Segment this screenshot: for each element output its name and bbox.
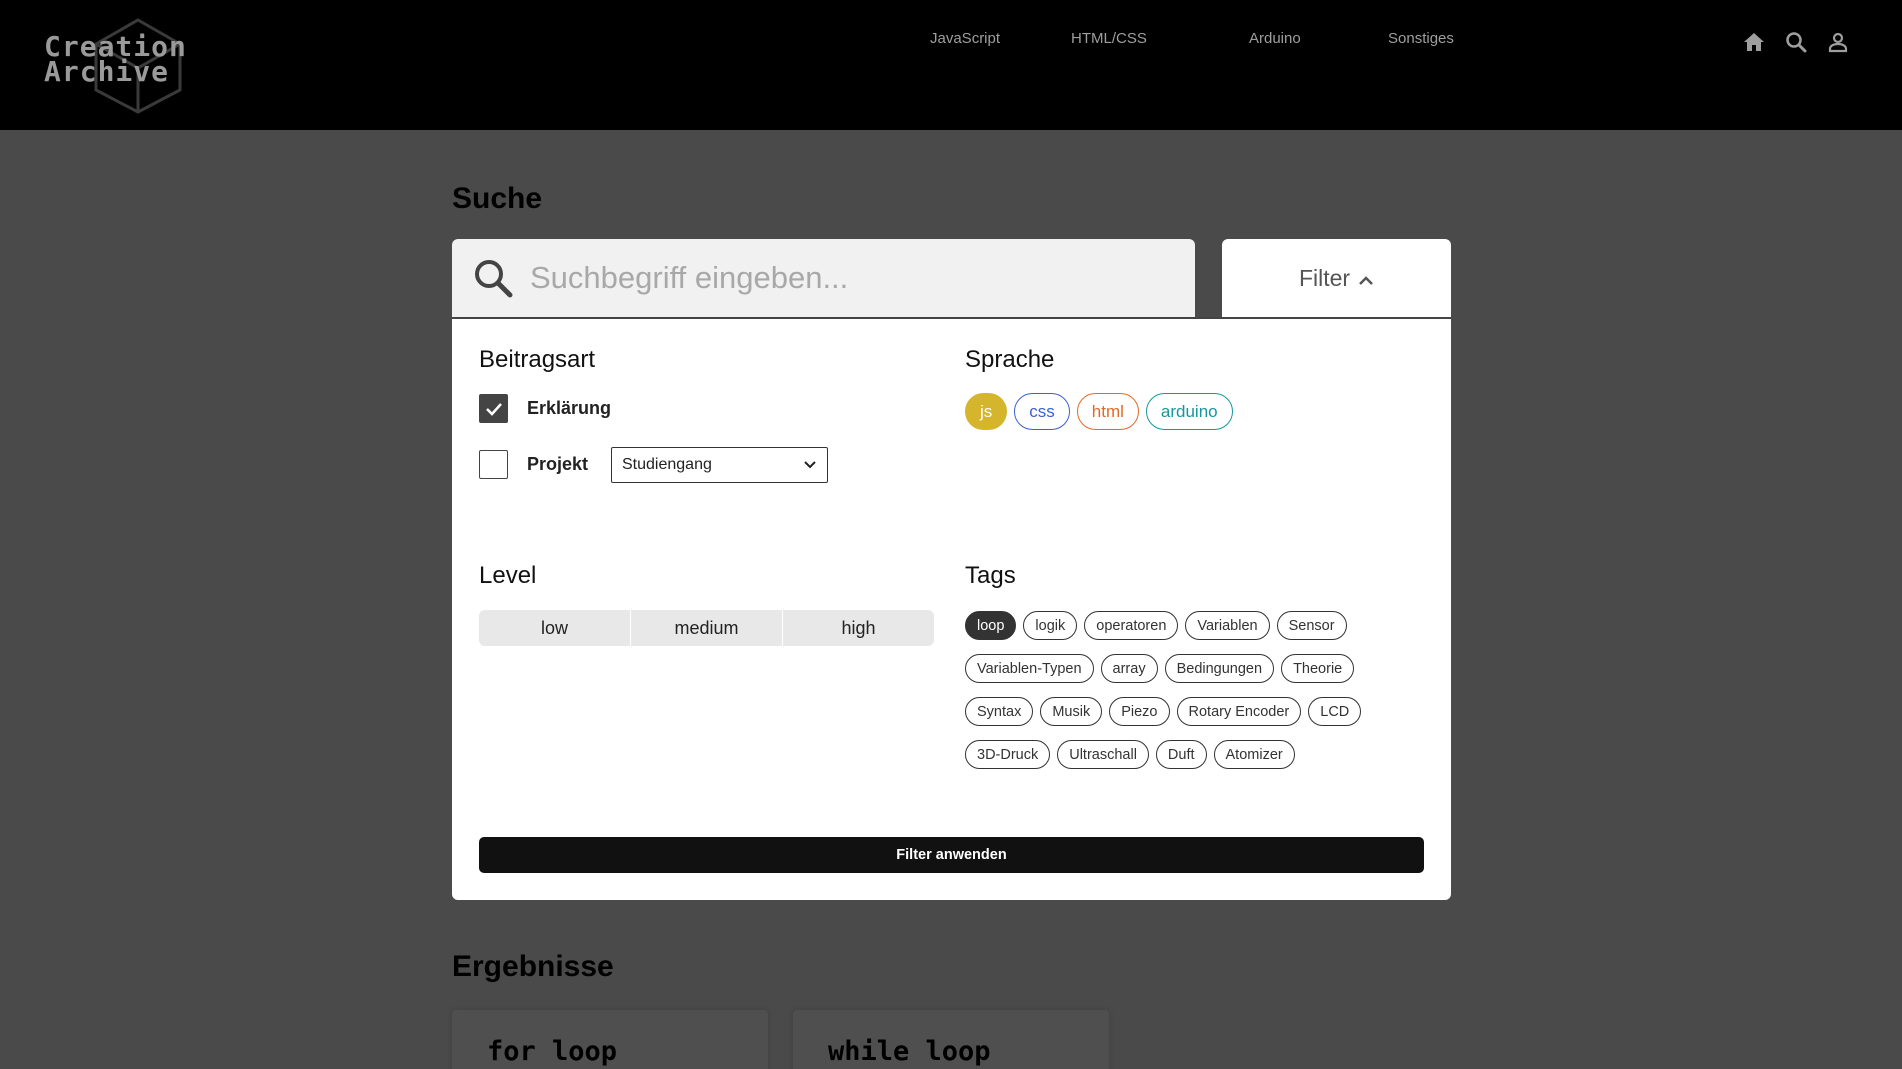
tag-theorie[interactable]: Theorie (1281, 654, 1355, 683)
chevron-up-icon (1358, 265, 1374, 292)
checkmark-icon (485, 402, 502, 416)
nav-link-html-css[interactable]: HTML/CSS (1071, 30, 1147, 47)
filter-panel: Beitragsart Erklärung Projekt Studiengan… (452, 317, 1451, 900)
tag-variablen-typen[interactable]: Variablen-Typen (965, 654, 1094, 683)
studiengang-select-value: Studiengang (622, 456, 712, 473)
home-icon[interactable] (1742, 30, 1766, 54)
filter-toggle-button[interactable]: Filter (1222, 239, 1451, 317)
tag-logik[interactable]: logik (1023, 611, 1078, 640)
tag-row: Variablen-Typen array Bedingungen Theori… (965, 654, 1445, 683)
tag-list: loop logik operatoren Variablen Sensor V… (965, 611, 1445, 783)
language-pill-html[interactable]: html (1076, 393, 1139, 430)
logo-text: Creation Archive (44, 33, 187, 88)
tag-piezo[interactable]: Piezo (1109, 697, 1170, 726)
nav-link-javascript[interactable]: JavaScript (930, 30, 1000, 47)
tag-syntax[interactable]: Syntax (965, 697, 1034, 726)
erklaerung-label: Erklärung (527, 398, 612, 418)
sprache-pills: js css html arduino (965, 393, 1233, 430)
tag-operatoren[interactable]: operatoren (1084, 611, 1179, 640)
result-card[interactable]: while loop (793, 1010, 1109, 1069)
tag-bedingungen[interactable]: Bedingungen (1164, 654, 1275, 683)
creation-archive-logo[interactable]: Creation Archive (40, 18, 200, 114)
beitragsart-heading: Beitragsart (479, 346, 596, 373)
page-title-suche: Suche (452, 182, 543, 215)
tag-atomizer[interactable]: Atomizer (1213, 740, 1295, 769)
tag-loop[interactable]: loop (965, 611, 1017, 640)
projekt-checkbox[interactable] (479, 450, 508, 479)
result-card[interactable]: for loop (452, 1010, 768, 1069)
results-heading: Ergebnisse (452, 950, 614, 983)
search-input[interactable] (530, 253, 1170, 303)
tag-variablen[interactable]: Variablen (1185, 611, 1270, 640)
tag-duft[interactable]: Duft (1155, 740, 1207, 769)
search-icon[interactable] (1784, 30, 1808, 54)
tag-array[interactable]: array (1100, 654, 1158, 683)
tag-sensor[interactable]: Sensor (1276, 611, 1347, 640)
level-heading: Level (479, 562, 537, 589)
logo-line-2: Archive (44, 55, 170, 88)
level-segmented-control: low medium high (479, 610, 934, 646)
apply-filter-button[interactable]: Filter anwenden (479, 837, 1424, 873)
tag-ultraschall[interactable]: Ultraschall (1057, 740, 1149, 769)
beitragsart-option-projekt: Projekt (479, 450, 588, 479)
tag-row: Syntax Musik Piezo Rotary Encoder LCD (965, 697, 1445, 726)
nav-link-arduino[interactable]: Arduino (1249, 30, 1301, 47)
level-option-medium[interactable]: medium (630, 610, 782, 646)
search-icon (472, 257, 514, 304)
user-icon[interactable] (1826, 30, 1850, 54)
tag-row: 3D-Druck Ultraschall Duft Atomizer (965, 740, 1445, 769)
top-navigation-bar: Creation Archive JavaScript HTML/CSS Ard… (0, 0, 1902, 130)
tags-heading: Tags (965, 562, 1016, 589)
filter-toggle-label: Filter (1298, 264, 1351, 291)
beitragsart-option-erklaerung: Erklärung (479, 394, 611, 423)
sprache-heading: Sprache (965, 346, 1055, 373)
studiengang-select[interactable]: Studiengang (611, 447, 828, 483)
level-option-low[interactable]: low (479, 610, 630, 646)
tag-row: loop logik operatoren Variablen Sensor (965, 611, 1445, 640)
erklaerung-checkbox[interactable] (479, 394, 508, 423)
language-pill-css[interactable]: css (1014, 393, 1070, 430)
nav-link-sonstiges[interactable]: Sonstiges (1388, 30, 1454, 47)
tag-musik[interactable]: Musik (1040, 697, 1103, 726)
language-pill-arduino[interactable]: arduino (1145, 393, 1233, 430)
language-pill-js[interactable]: js (965, 393, 1008, 430)
result-card-title: while loop (828, 1036, 991, 1067)
tag-lcd[interactable]: LCD (1308, 697, 1362, 726)
header-icons (1742, 30, 1850, 58)
projekt-label: Projekt (527, 454, 589, 474)
chevron-down-icon (803, 456, 817, 474)
tag-3d-druck[interactable]: 3D-Druck (965, 740, 1051, 769)
level-option-high[interactable]: high (782, 610, 934, 646)
search-bar (452, 239, 1195, 317)
tag-rotary-encoder[interactable]: Rotary Encoder (1176, 697, 1302, 726)
result-card-title: for loop (487, 1036, 618, 1067)
